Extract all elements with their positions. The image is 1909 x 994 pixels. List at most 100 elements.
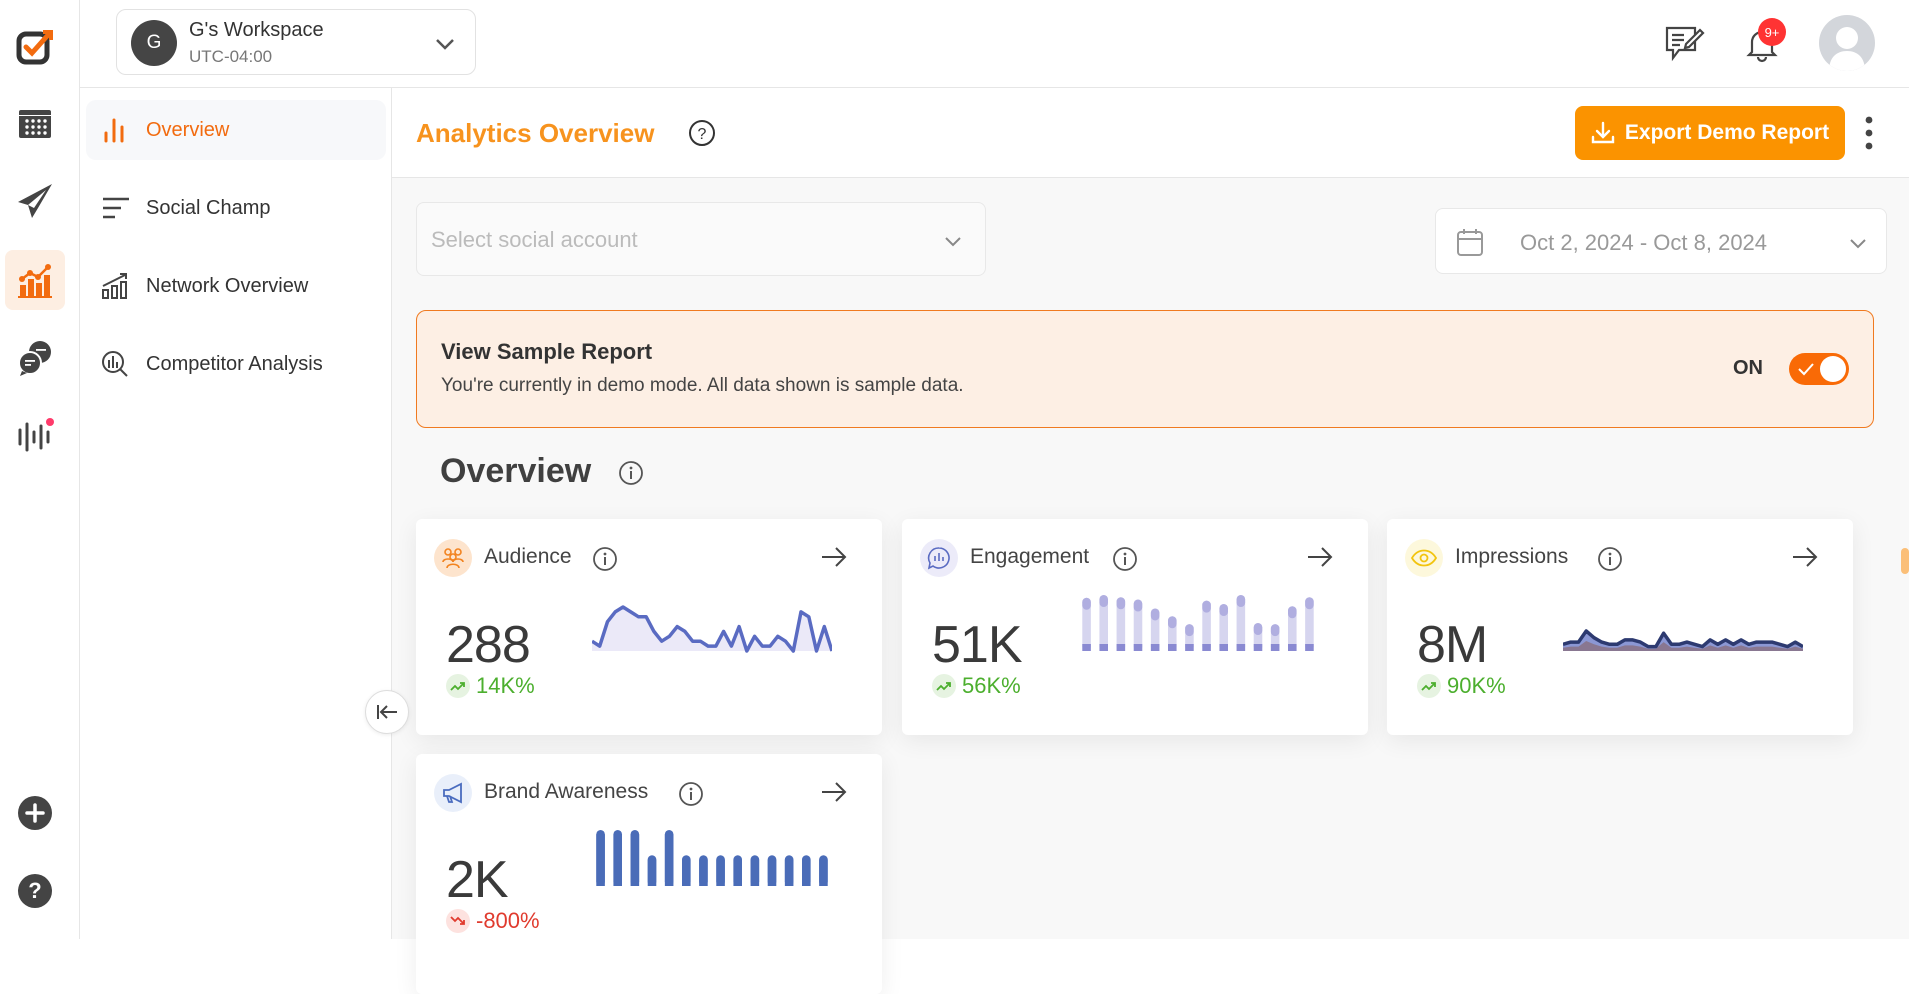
bar-base xyxy=(1185,644,1194,651)
bar-cap xyxy=(1202,601,1211,613)
bar-cap xyxy=(1185,624,1194,636)
subnav-label: Competitor Analysis xyxy=(146,353,323,376)
check-icon xyxy=(1798,362,1814,376)
arrow-right-icon[interactable] xyxy=(820,543,848,571)
social-account-select[interactable]: Select social account xyxy=(416,202,986,276)
card-label: Impressions xyxy=(1455,545,1568,569)
trend-down-icon xyxy=(450,915,466,927)
info-icon[interactable] xyxy=(1597,546,1623,572)
metric-card-impressions[interactable]: Impressions 8M 90K% xyxy=(1387,519,1853,735)
date-range-picker[interactable]: Oct 2, 2024 - Oct 8, 2024 xyxy=(1435,208,1887,274)
chat-chart-icon xyxy=(927,546,951,570)
bar-cap xyxy=(1082,598,1091,610)
info-icon[interactable] xyxy=(592,546,618,572)
audience-sparkline xyxy=(592,595,832,665)
subnav-item-competitor-analysis[interactable]: Competitor Analysis xyxy=(86,334,386,394)
banner-subtitle: You're currently in demo mode. All data … xyxy=(441,375,964,397)
collapse-left-icon xyxy=(376,703,398,721)
date-range-value: Oct 2, 2024 - Oct 8, 2024 xyxy=(1520,230,1767,256)
info-icon[interactable] xyxy=(618,460,644,486)
arrow-right-icon[interactable] xyxy=(1791,543,1819,571)
arrow-right-icon[interactable] xyxy=(820,778,848,806)
analytics-icon xyxy=(16,261,54,299)
bar-body xyxy=(682,859,691,886)
chat-bubbles-icon xyxy=(16,339,54,377)
rail-inbox[interactable] xyxy=(5,328,65,388)
bar-cap xyxy=(1305,597,1314,609)
bar-cap xyxy=(1254,623,1263,635)
rail-help[interactable]: ? xyxy=(5,861,65,921)
card-change: 56K% xyxy=(932,673,1021,699)
toggle-knob xyxy=(1820,356,1846,382)
workspace-switcher[interactable]: G G's Workspace UTC-04:00 xyxy=(116,9,476,75)
card-change-value: -800% xyxy=(476,908,540,934)
card-change: 90K% xyxy=(1417,673,1506,699)
bar-base xyxy=(1134,644,1143,651)
export-demo-report-button[interactable]: Export Demo Report xyxy=(1575,106,1845,160)
analytics-subnav: Overview Social Champ Network Overview C… xyxy=(80,88,392,939)
subnav-label: Social Champ xyxy=(146,197,271,220)
bar-base xyxy=(1305,644,1314,651)
bar-body xyxy=(699,859,708,886)
subnav-item-overview[interactable]: Overview xyxy=(86,100,386,160)
bar-base xyxy=(1168,644,1177,651)
bar-cap xyxy=(1237,595,1246,607)
subnav-item-network-overview[interactable]: Network Overview xyxy=(86,256,386,316)
bar-base xyxy=(1237,644,1246,651)
subnav-item-social-champ[interactable]: Social Champ xyxy=(86,178,386,238)
metric-card-audience[interactable]: Audience 288 14K% xyxy=(416,519,882,735)
bar-body xyxy=(613,834,622,886)
bar-body xyxy=(802,859,811,886)
engagement-bars xyxy=(1078,595,1318,665)
rail-analytics[interactable] xyxy=(5,250,65,310)
more-options-icon[interactable] xyxy=(1865,116,1873,150)
collapse-sidebar-button[interactable] xyxy=(365,690,409,734)
bar-base xyxy=(1099,644,1108,651)
info-icon[interactable] xyxy=(678,781,704,807)
growth-chart-icon xyxy=(101,272,129,300)
app-logo[interactable] xyxy=(5,16,65,76)
metric-card-brand-awareness[interactable]: Brand Awareness 2K -800% xyxy=(416,754,882,994)
help-icon[interactable]: ? xyxy=(688,119,716,147)
compose-note-icon[interactable] xyxy=(1664,22,1706,64)
metric-card-engagement[interactable]: Engagement 51K 56K% xyxy=(902,519,1368,735)
audience-icon-badge xyxy=(434,539,472,577)
rail-calendar[interactable] xyxy=(5,93,65,153)
calendar-outline-icon xyxy=(1456,227,1484,257)
bar-body xyxy=(596,834,605,886)
eye-icon xyxy=(1411,548,1437,568)
workspace-avatar: G xyxy=(131,20,177,66)
card-change-value: 14K% xyxy=(476,673,535,699)
page-header: Analytics Overview ? Export Demo Report xyxy=(392,88,1909,178)
bar-base xyxy=(1271,644,1280,651)
rail-listening[interactable] xyxy=(5,404,65,464)
bar-base xyxy=(1219,644,1228,651)
bar-base xyxy=(1202,644,1211,651)
impressions-icon-badge xyxy=(1405,539,1443,577)
info-icon[interactable] xyxy=(1112,546,1138,572)
scrollbar-thumb[interactable] xyxy=(1901,548,1909,574)
download-icon xyxy=(1591,121,1615,145)
bar-body xyxy=(768,859,777,886)
chevron-down-icon xyxy=(433,32,457,56)
sample-report-toggle[interactable] xyxy=(1789,353,1849,385)
card-value: 288 xyxy=(446,615,530,675)
bar-chart-icon xyxy=(102,117,128,143)
bar-body xyxy=(733,859,742,886)
svg-text:?: ? xyxy=(28,878,41,903)
rail-add[interactable] xyxy=(5,783,65,843)
toggle-state-label: ON xyxy=(1733,357,1763,380)
user-silhouette-icon xyxy=(1819,15,1875,71)
main-content: Analytics Overview ? Export Demo Report … xyxy=(392,88,1909,939)
user-avatar[interactable] xyxy=(1819,15,1875,71)
card-label: Engagement xyxy=(970,545,1089,569)
rail-publish[interactable] xyxy=(5,171,65,231)
bar-base xyxy=(1151,644,1160,651)
subnav-label: Overview xyxy=(146,119,229,142)
arrow-right-icon[interactable] xyxy=(1306,543,1334,571)
export-label: Export Demo Report xyxy=(1625,121,1829,145)
megaphone-icon xyxy=(441,781,465,805)
calendar-icon xyxy=(17,105,53,141)
app-rail: ? xyxy=(0,0,80,939)
card-change: 14K% xyxy=(446,673,535,699)
